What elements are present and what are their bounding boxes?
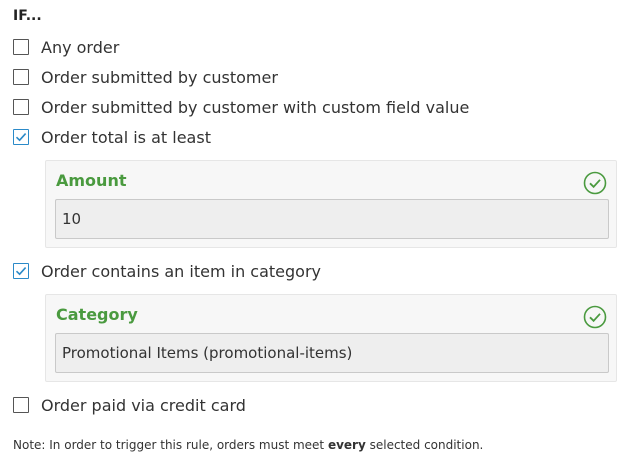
checkbox-unchecked-icon[interactable] [13, 397, 29, 413]
rule-note: Note: In order to trigger this rule, ord… [13, 438, 483, 452]
checkbox-checked-icon[interactable] [13, 129, 29, 145]
checkbox-unchecked-icon[interactable] [13, 69, 29, 85]
note-prefix: Note: In order to trigger this rule, ord… [13, 438, 328, 452]
condition-label: Any order [41, 37, 120, 57]
category-panel: Category Promotional Items (promotional-… [45, 294, 617, 382]
amount-label: Amount [56, 171, 127, 190]
condition-contains-item-in-category[interactable]: Order contains an item in category [13, 261, 321, 281]
check-circle-icon [583, 305, 607, 333]
category-label: Category [56, 305, 138, 324]
amount-panel: Amount 10 [45, 160, 617, 248]
section-heading: IF... [13, 8, 42, 24]
condition-order-total-at-least[interactable]: Order total is at least [13, 127, 211, 147]
check-circle-icon [583, 171, 607, 199]
amount-input[interactable]: 10 [55, 199, 609, 239]
condition-submitted-by-customer-custom-field[interactable]: Order submitted by customer with custom … [13, 97, 469, 117]
condition-label: Order contains an item in category [41, 261, 322, 281]
condition-paid-via-credit-card[interactable]: Order paid via credit card [13, 395, 246, 415]
checkbox-unchecked-icon[interactable] [13, 39, 29, 55]
note-emphasis: every [327, 438, 366, 452]
note-suffix: selected condition. [365, 438, 484, 452]
checkbox-unchecked-icon[interactable] [13, 99, 29, 115]
condition-label: Order paid via credit card [41, 395, 246, 415]
condition-label: Order submitted by customer with custom … [41, 97, 470, 117]
category-input[interactable]: Promotional Items (promotional-items) [55, 333, 609, 373]
condition-any-order[interactable]: Any order [13, 37, 119, 57]
condition-label: Order total is at least [41, 127, 211, 147]
checkbox-checked-icon[interactable] [13, 263, 29, 279]
condition-submitted-by-customer[interactable]: Order submitted by customer [13, 67, 278, 87]
condition-label: Order submitted by customer [41, 67, 278, 87]
